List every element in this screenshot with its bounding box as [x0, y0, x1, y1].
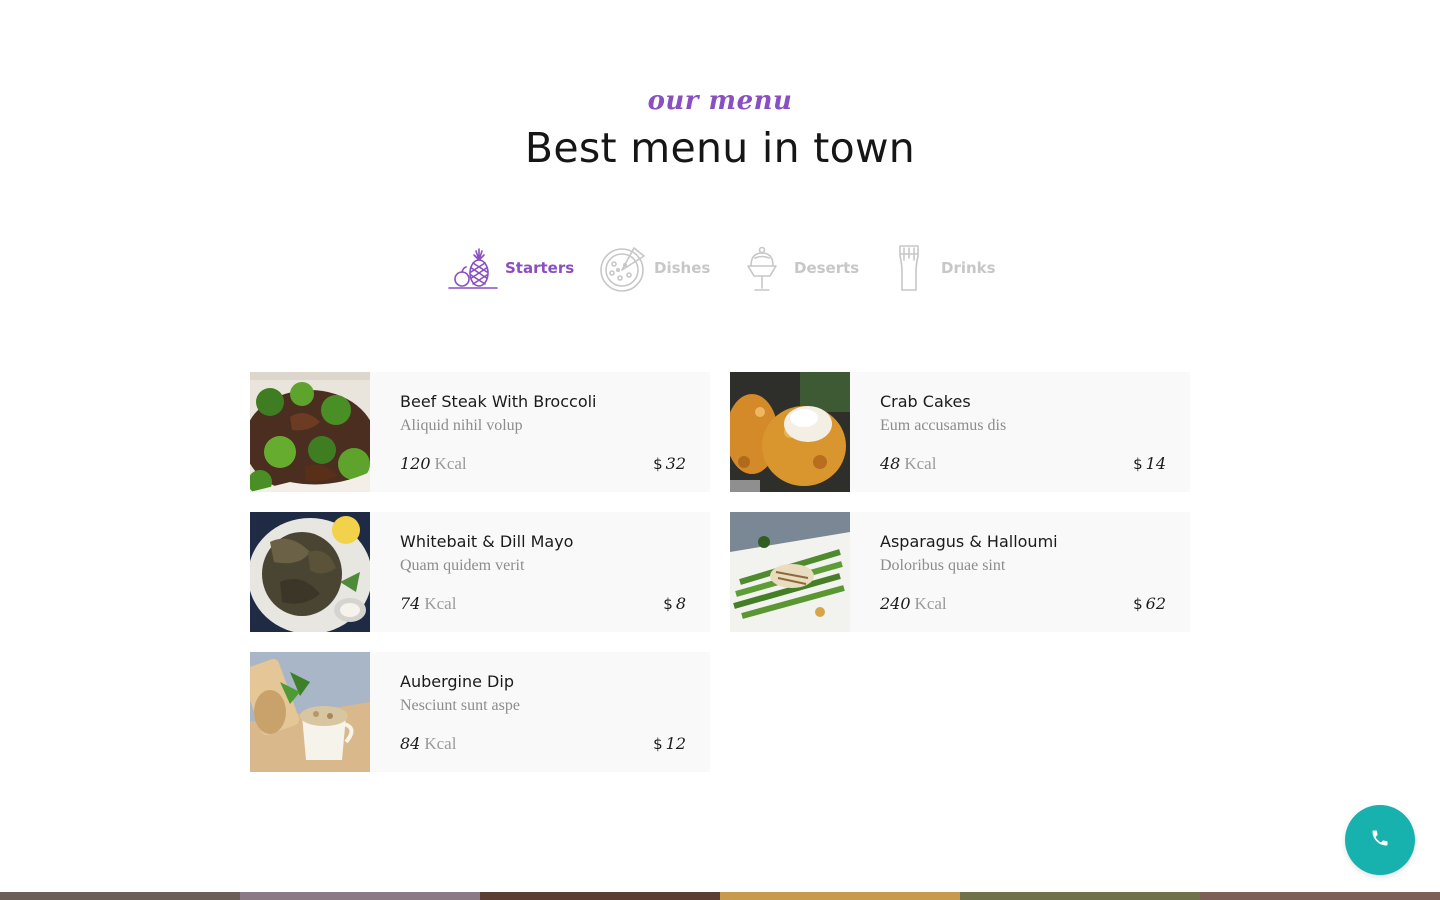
section-subtitle: our menu — [647, 86, 793, 116]
crab-cakes-photo — [730, 372, 850, 492]
price-value: 62 — [1145, 594, 1166, 613]
menu-item-name: Crab Cakes — [880, 392, 971, 411]
ice-cream-cup-icon — [736, 240, 788, 296]
price-currency: $ — [1133, 595, 1143, 613]
menu-item-price: $14 — [1133, 454, 1166, 473]
gallery-image — [960, 892, 1200, 900]
menu-item-card[interactable]: Crab Cakes Eum accusamus dis 48 Kcal $14 — [730, 372, 1190, 492]
price-value: 8 — [675, 594, 686, 613]
tab-deserts[interactable]: Deserts — [736, 238, 859, 298]
price-value: 14 — [1145, 454, 1166, 473]
beer-glass-icon — [883, 240, 935, 296]
menu-item-card[interactable]: Whitebait & Dill Mayo Quam quidem verit … — [250, 512, 710, 632]
menu-item-price: $12 — [653, 734, 686, 753]
menu-item-price: $32 — [653, 454, 686, 473]
asparagus-halloumi-photo — [730, 512, 850, 632]
kcal-unit: Kcal — [434, 454, 467, 473]
menu-item-card[interactable]: Aubergine Dip Nesciunt sunt aspe 84 Kcal … — [250, 652, 710, 772]
gallery-strip — [0, 892, 1440, 900]
kcal-value: 84 — [400, 734, 421, 753]
menu-item-card[interactable]: Beef Steak With Broccoli Aliquid nihil v… — [250, 372, 710, 492]
menu-item-description: Aliquid nihil volup — [400, 417, 523, 434]
tab-label: Starters — [505, 259, 575, 277]
menu-item-description: Eum accusamus dis — [880, 417, 1007, 434]
call-button[interactable] — [1345, 805, 1415, 875]
gallery-image — [1200, 892, 1440, 900]
pineapple-apple-icon — [447, 240, 499, 296]
menu-item-kcal: 48 Kcal — [880, 454, 936, 474]
menu-item-kcal: 240 Kcal — [880, 594, 947, 614]
price-currency: $ — [1133, 455, 1143, 473]
price-currency: $ — [663, 595, 673, 613]
section-title: Best menu in town — [524, 124, 916, 172]
menu-item-card[interactable]: Asparagus & Halloumi Doloribus quae sint… — [730, 512, 1190, 632]
pizza-icon — [596, 240, 648, 296]
menu-item-name: Aubergine Dip — [400, 672, 514, 691]
kcal-unit: Kcal — [904, 454, 937, 473]
phone-icon — [1370, 828, 1390, 853]
menu-item-price: $62 — [1133, 594, 1166, 613]
menu-item-kcal: 120 Kcal — [400, 454, 467, 474]
tab-label: Dishes — [654, 259, 711, 277]
menu-item-name: Asparagus & Halloumi — [880, 532, 1058, 551]
menu-item-description: Doloribus quae sint — [880, 557, 1006, 574]
menu-item-kcal: 74 Kcal — [400, 594, 456, 614]
menu-category-tabs: Starters Dishes Deserts Drinks — [0, 238, 1440, 298]
tab-starters[interactable]: Starters — [447, 238, 574, 298]
price-value: 32 — [665, 454, 686, 473]
menu-item-description: Quam quidem verit — [400, 557, 525, 574]
gallery-image — [720, 892, 960, 900]
kcal-unit: Kcal — [914, 594, 947, 613]
kcal-unit: Kcal — [424, 734, 457, 753]
gallery-image — [240, 892, 480, 900]
tab-label: Drinks — [941, 259, 996, 277]
menu-item-name: Beef Steak With Broccoli — [400, 392, 597, 411]
menu-item-kcal: 84 Kcal — [400, 734, 456, 754]
kcal-value: 74 — [400, 594, 421, 613]
kcal-unit: Kcal — [424, 594, 457, 613]
gallery-image — [480, 892, 720, 900]
price-currency: $ — [653, 455, 663, 473]
menu-item-name: Whitebait & Dill Mayo — [400, 532, 574, 551]
kcal-value: 48 — [880, 454, 901, 473]
tab-dishes[interactable]: Dishes — [596, 238, 710, 298]
price-currency: $ — [653, 735, 663, 753]
tab-label: Deserts — [794, 259, 860, 277]
whitebait-photo — [250, 512, 370, 632]
beef-broccoli-photo — [250, 372, 370, 492]
menu-item-description: Nesciunt sunt aspe — [400, 697, 520, 714]
menu-item-price: $8 — [663, 594, 686, 613]
gallery-image — [0, 892, 240, 900]
aubergine-dip-photo — [250, 652, 370, 772]
kcal-value: 120 — [400, 454, 431, 473]
price-value: 12 — [665, 734, 686, 753]
kcal-value: 240 — [880, 594, 911, 613]
tab-drinks[interactable]: Drinks — [883, 238, 996, 298]
